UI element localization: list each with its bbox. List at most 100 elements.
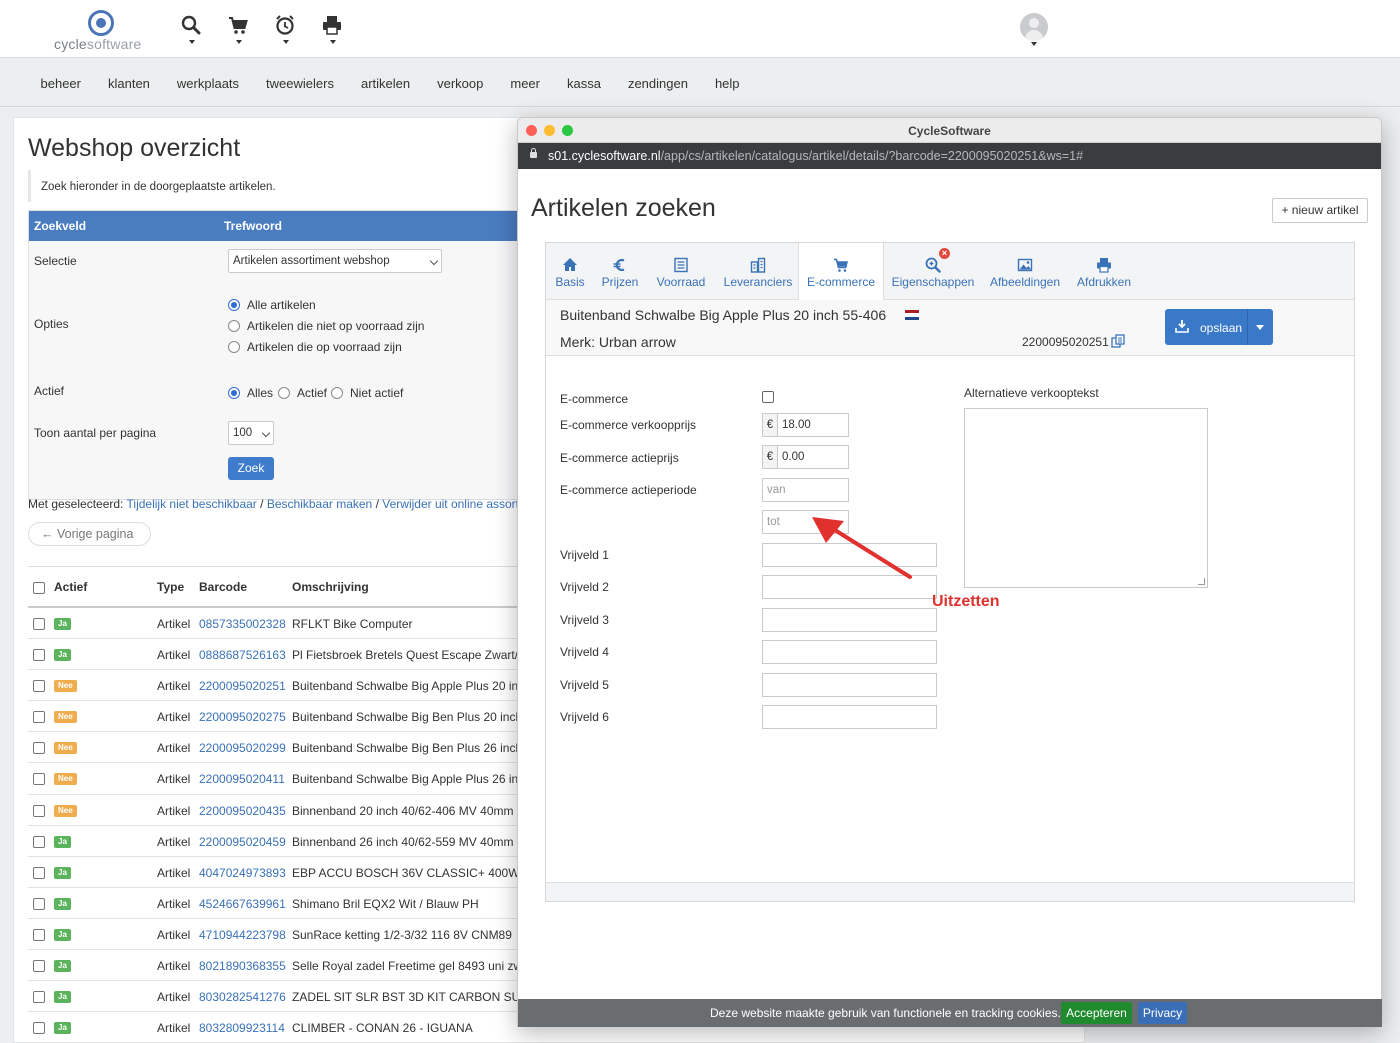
cell-barcode-link[interactable]: 2200095020275	[199, 710, 286, 724]
status-badge: Ja	[54, 897, 71, 910]
cell-barcode-link[interactable]: 8032809923114	[199, 1021, 285, 1035]
cell-barcode-link[interactable]: 2200095020411	[199, 772, 285, 786]
cell-barcode-link[interactable]: 4047024973893	[199, 866, 286, 880]
cart-icon[interactable]	[227, 14, 251, 46]
row-checkbox[interactable]	[33, 960, 45, 973]
row-checkbox[interactable]	[33, 835, 45, 848]
radio-label: Actief	[297, 386, 328, 400]
row-checkbox[interactable]	[33, 680, 45, 693]
cell-description: SunRace ketting 1/2-3/32 116 8V CNM89	[292, 927, 512, 942]
copy-barcode-icon[interactable]	[1111, 334, 1126, 348]
tab-e-commerce[interactable]: E-commerce	[798, 243, 884, 301]
nav-item-tweewielers[interactable]: tweewielers	[266, 76, 334, 91]
search-icon[interactable]	[180, 14, 204, 46]
nav-item-artikelen[interactable]: artikelen	[361, 76, 410, 91]
url-bar[interactable]: s01.cyclesoftware.nl/app/cs/artikelen/ca…	[518, 143, 1381, 169]
cell-barcode-link[interactable]: 4524667639961	[199, 897, 286, 911]
new-article-button[interactable]: + nieuw artikel	[1272, 198, 1368, 223]
nav-item-kassa[interactable]: kassa	[567, 76, 601, 91]
radio-alles[interactable]: Alles	[228, 386, 273, 400]
radio-niet-op-voorraad[interactable]: Artikelen die niet op voorraad zijn	[228, 319, 424, 333]
tab-label: Basis	[555, 275, 585, 289]
nav-item-verkoop[interactable]: verkoop	[437, 76, 483, 91]
status-badge: Ja	[54, 991, 71, 1004]
selectie-select[interactable]: Artikelen assortiment webshop	[228, 249, 442, 273]
vrijveld-4-input[interactable]	[762, 640, 937, 664]
cell-barcode-link[interactable]: 4710944223798	[199, 928, 286, 942]
col-actief: Actief	[54, 579, 88, 594]
verkoopprijs-value: 18.00	[782, 419, 811, 431]
row-checkbox[interactable]	[33, 773, 45, 786]
tab-afdrukken[interactable]: Afdrukken	[1073, 243, 1135, 300]
row-checkbox[interactable]	[33, 1022, 45, 1035]
row-checkbox[interactable]	[33, 804, 45, 817]
cyclesoftware-logo[interactable]: cyclesoftware	[54, 8, 154, 54]
radio-label: Alles	[247, 386, 274, 400]
printer-icon[interactable]	[321, 14, 345, 46]
row-checkbox[interactable]	[33, 897, 45, 910]
radio-niet-actief[interactable]: Niet actief	[331, 386, 403, 400]
header-zoekveld: Zoekveld	[34, 219, 87, 233]
vrijveld-3-input[interactable]	[762, 608, 937, 632]
row-checkbox[interactable]	[33, 991, 45, 1004]
nav-item-zendingen[interactable]: zendingen	[628, 76, 688, 91]
accept-cookies-button[interactable]: Accepteren	[1061, 1002, 1132, 1024]
alarm-clock-icon[interactable]	[274, 14, 298, 46]
row-checkbox[interactable]	[33, 866, 45, 879]
radio-actief[interactable]: Actief	[278, 386, 327, 400]
vrijveld-5-input[interactable]	[762, 673, 937, 697]
tab-afbeeldingen[interactable]: Afbeeldingen	[987, 243, 1063, 300]
tab-leveranciers[interactable]: Leveranciers ×	[718, 243, 950, 300]
cell-barcode-link[interactable]: 8030282541276	[199, 990, 286, 1004]
link-tijdelijk-niet-beschikbaar[interactable]: Tijdelijk niet beschikbaar	[127, 497, 257, 511]
save-button[interactable]: opslaan	[1165, 309, 1273, 345]
tab-voorraad[interactable]: Voorraad	[650, 243, 712, 300]
card-footer	[546, 882, 1354, 901]
user-avatar[interactable]	[1020, 13, 1048, 41]
cell-barcode-link[interactable]: 8021890368355	[199, 959, 286, 973]
per-page-select[interactable]: 100	[228, 421, 274, 445]
avatar-chevron-down-icon[interactable]	[1031, 42, 1037, 46]
verkoopprijs-input[interactable]: € 18.00	[762, 413, 849, 437]
radio-alle-artikelen[interactable]: Alle artikelen	[228, 298, 316, 312]
cell-barcode-link[interactable]: 2200095020459	[199, 835, 286, 849]
row-checkbox[interactable]	[33, 649, 45, 662]
cell-barcode-link[interactable]: 0857335002328	[199, 617, 286, 631]
actieperiode-van-input[interactable]: van	[762, 478, 849, 502]
save-options-chevron-down-icon[interactable]	[1256, 325, 1264, 330]
cell-barcode-link[interactable]: 2200095020251	[199, 679, 286, 693]
row-checkbox[interactable]	[33, 618, 45, 630]
euro-addon: €	[763, 446, 778, 468]
radio-op-voorraad[interactable]: Artikelen die op voorraad zijn	[228, 340, 402, 354]
ecommerce-checkbox[interactable]	[762, 391, 774, 403]
nav-item-beheer[interactable]: beheer	[41, 76, 81, 91]
chevron-down-icon	[429, 256, 439, 266]
nav-item-klanten[interactable]: klanten	[108, 76, 150, 91]
zoek-button[interactable]: Zoek	[228, 457, 274, 480]
actieprijs-input[interactable]: € 0.00	[762, 445, 849, 469]
cell-barcode-link[interactable]: 0888687526163	[199, 648, 286, 662]
separator: /	[260, 497, 264, 511]
window-titlebar: CycleSoftware	[518, 118, 1381, 143]
cell-barcode-link[interactable]: 2200095020435	[199, 804, 286, 818]
link-beschikbaar-maken[interactable]: Beschikbaar maken	[267, 497, 372, 511]
vrijveld-6-input[interactable]	[762, 705, 937, 729]
row-checkbox[interactable]	[33, 742, 45, 755]
cell-barcode-link[interactable]: 2200095020299	[199, 741, 286, 755]
ecommerce-label: E-commerce	[560, 392, 629, 406]
select-all-checkbox[interactable]	[33, 582, 45, 594]
tab-eigenschappen[interactable]: Eigenschappen	[889, 243, 977, 300]
row-checkbox[interactable]	[33, 928, 45, 941]
row-checkbox[interactable]	[33, 711, 45, 724]
nav-item-werkplaats[interactable]: werkplaats	[177, 76, 239, 91]
article-name: Buitenband Schwalbe Big Apple Plus 20 in…	[560, 307, 887, 323]
link-verwijder-online[interactable]: Verwijder uit online assortiment	[382, 497, 532, 511]
previous-page-button[interactable]: ← Vorige pagina	[28, 522, 151, 546]
opties-label: Opties	[34, 317, 69, 331]
tab-basis[interactable]: Basis	[546, 243, 594, 300]
privacy-button[interactable]: Privacy	[1138, 1002, 1187, 1024]
tab-prijzen[interactable]: Prijzen	[596, 243, 644, 300]
nav-item-help[interactable]: help	[715, 76, 740, 91]
nav-item-meer[interactable]: meer	[510, 76, 540, 91]
alt-sales-text-textarea[interactable]	[964, 408, 1208, 588]
